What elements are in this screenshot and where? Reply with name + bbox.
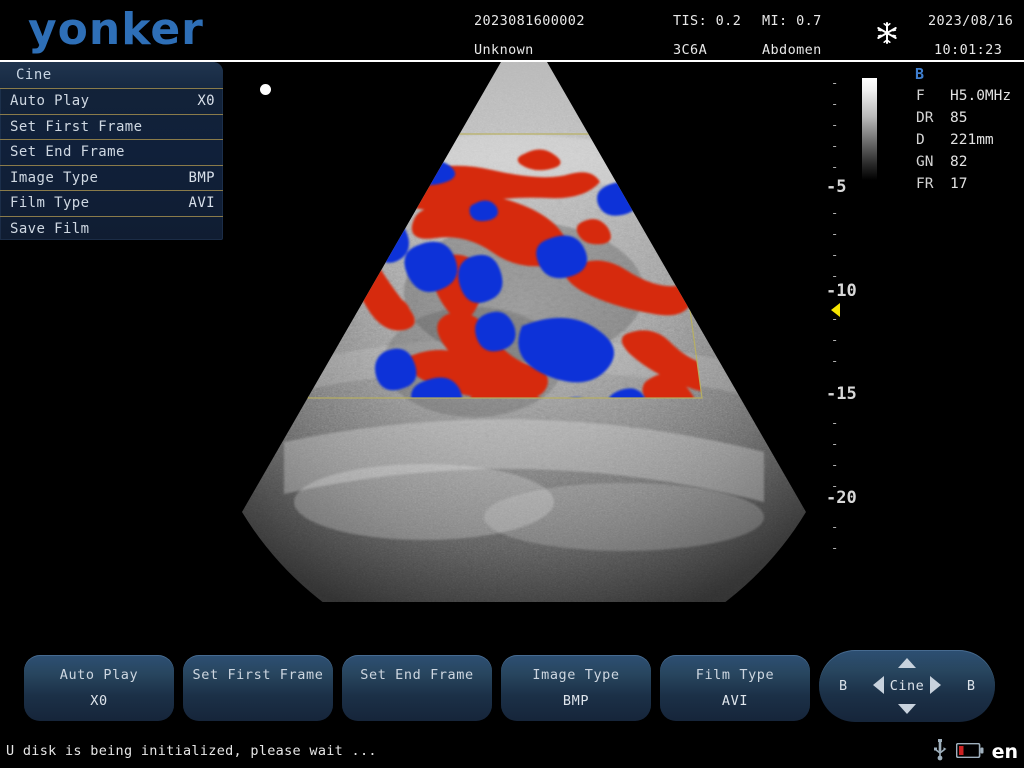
depth-major-tick-15: -15 [826, 384, 857, 404]
softkey-film-type[interactable]: Film Type AVI [660, 655, 810, 721]
arrow-up-icon[interactable] [898, 658, 916, 668]
softkey-value: AVI [721, 693, 749, 709]
menu-item-label: Auto Play [10, 93, 90, 109]
brand-logo: yonker [28, 4, 204, 55]
grayscale-bar [862, 78, 877, 180]
param-key: FR [916, 176, 934, 192]
snowflake-icon [876, 22, 898, 44]
probe-model: 3C6A [673, 42, 708, 58]
menu-item-value: BMP [188, 169, 215, 186]
navpad-right-label: B [966, 678, 975, 694]
param-frequency: F H5.0MHz [916, 86, 1024, 107]
depth-minor-tick: - [831, 541, 839, 555]
softkey-label: Set First Frame [192, 667, 324, 683]
depth-minor-tick: - [831, 118, 839, 132]
status-bar: U disk is being initialized, please wait… [0, 736, 1024, 768]
menu-item-save-film[interactable]: Save Film [0, 217, 223, 241]
usb-icon[interactable] [932, 739, 948, 765]
param-dynamic-range: DR 85 [916, 108, 1024, 129]
param-key: DR [916, 110, 934, 126]
mi-value: MI: 0.7 [762, 13, 822, 29]
softkey-image-type[interactable]: Image Type BMP [501, 655, 651, 721]
exam-part: Abdomen [762, 42, 822, 58]
menu-item-value: AVI [188, 195, 215, 211]
param-gain: GN 82 [916, 152, 1024, 173]
softkey-label: Film Type [695, 667, 775, 683]
menu-item-label: Set End Frame [10, 144, 125, 160]
depth-focus-marker-icon[interactable] [831, 303, 840, 317]
depth-minor-tick: - [831, 354, 839, 368]
param-frame-rate: FR 17 [916, 174, 1024, 195]
depth-minor-tick: - [831, 269, 839, 283]
param-key: D [916, 132, 925, 148]
language-indicator[interactable]: en [992, 742, 1018, 762]
softkey-label: Auto Play [59, 667, 139, 683]
menu-item-label: Save Film [10, 220, 90, 237]
depth-major-tick-20: -20 [826, 488, 857, 508]
softkey-value: X0 [90, 693, 108, 709]
patient-id: 2023081600002 [474, 13, 585, 29]
depth-major-tick-5: -5 [826, 177, 847, 197]
softkey-value: BMP [562, 693, 590, 709]
menu-item-auto-play[interactable]: Auto Play X0 [0, 89, 223, 115]
softkey-set-end-frame[interactable]: Set End Frame [342, 655, 492, 721]
time-display: 10:01:23 [934, 42, 1003, 58]
date-display: 2023/08/16 [928, 13, 1014, 29]
status-icon-group: en [932, 739, 1018, 765]
header-bar: yonker 2023081600002 Unknown TIS: 0.2 3C… [0, 0, 1024, 62]
depth-minor-tick: - [831, 160, 839, 174]
menu-item-label: Image Type [10, 169, 99, 186]
param-value: 85 [950, 110, 968, 126]
softkey-auto-play[interactable]: Auto Play X0 [24, 655, 174, 721]
param-depth: D 221mm [916, 130, 1024, 151]
ultrasound-screen: yonker 2023081600002 Unknown TIS: 0.2 3C… [0, 0, 1024, 768]
menu-title: Cine [0, 62, 223, 89]
softkey-label: Image Type [532, 667, 620, 683]
battery-low-icon [955, 742, 984, 762]
depth-minor-tick: - [831, 458, 839, 472]
depth-minor-tick: - [831, 97, 839, 111]
ultrasound-image-area[interactable] [224, 62, 814, 602]
param-key: GN [916, 154, 934, 170]
depth-minor-tick: - [831, 437, 839, 451]
cine-navigation-pad[interactable]: B Cine B [819, 650, 995, 722]
depth-minor-tick: - [831, 333, 839, 347]
depth-minor-tick: - [831, 248, 839, 262]
param-value: 82 [950, 154, 968, 170]
sector-scan-image [224, 62, 814, 602]
depth-minor-tick: - [831, 76, 839, 90]
param-value: 221mm [950, 132, 994, 148]
depth-minor-tick: - [831, 206, 839, 220]
menu-item-label: Set First Frame [10, 118, 143, 135]
patient-name: Unknown [474, 42, 534, 58]
cine-menu-panel: Cine Auto Play X0 Set First Frame Set En… [0, 62, 223, 240]
menu-item-set-first-frame[interactable]: Set First Frame [0, 115, 223, 140]
depth-minor-tick: - [831, 416, 839, 430]
arrow-down-icon[interactable] [898, 704, 916, 714]
softkey-label: Set End Frame [360, 667, 474, 683]
menu-item-image-type[interactable]: Image Type BMP [0, 166, 223, 191]
depth-minor-tick: - [831, 227, 839, 241]
depth-minor-tick: - [831, 520, 839, 534]
depth-major-tick-10: -10 [826, 281, 857, 301]
depth-minor-tick: - [831, 139, 839, 153]
menu-item-set-end-frame[interactable]: Set End Frame [0, 140, 223, 166]
menu-item-film-type[interactable]: Film Type AVI [0, 191, 223, 217]
menu-item-value: X0 [197, 93, 215, 109]
tis-value: TIS: 0.2 [673, 13, 742, 29]
status-message: U disk is being initialized, please wait… [6, 743, 377, 759]
imaging-mode-label: B [915, 65, 925, 83]
menu-item-label: Film Type [10, 195, 90, 211]
imaging-parameters-panel: B F H5.0MHz DR 85 D 221mm GN 82 FR 17 [908, 62, 1024, 202]
param-value: 17 [950, 176, 968, 192]
param-key: F [916, 88, 925, 104]
param-value: H5.0MHz [950, 88, 1012, 104]
softkey-set-first-frame[interactable]: Set First Frame [183, 655, 333, 721]
